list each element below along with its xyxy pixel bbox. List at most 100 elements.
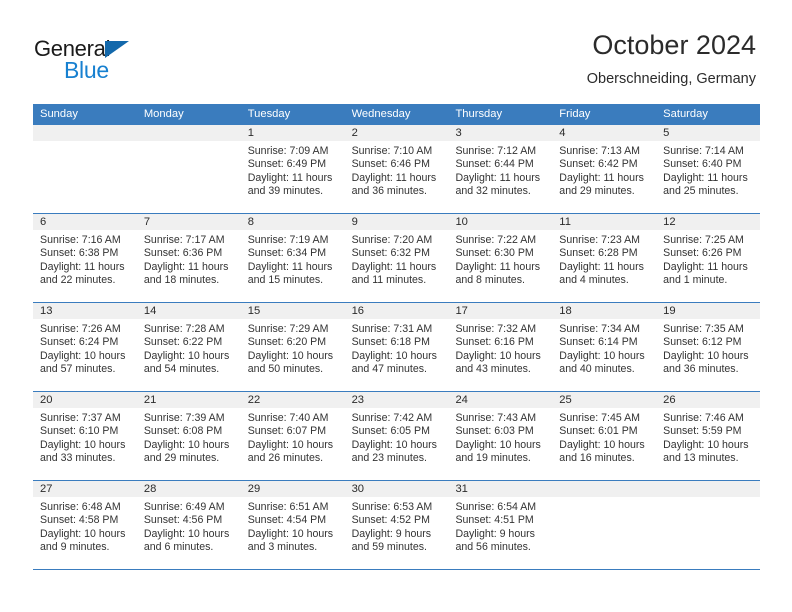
weekday-header-thursday: Thursday [455,108,503,120]
calendar-day-cell[interactable]: 28 Sunrise: 6:49 AM Sunset: 4:56 PM Dayligh… [136,481,241,569]
calendar-day-cell[interactable]: 15 Sunrise: 7:29 AM Sunset: 6:20 PM Dayligh… [240,303,345,391]
daylight-text-line1: Daylight: 11 hours [143,260,229,273]
sunset-text: Sunset: 6:10 PM [40,425,119,438]
daylight-text-line2: and 33 minutes. [40,451,116,464]
calendar-week-row: 20 Sunrise: 7:37 AM Sunset: 6:10 PM Dayligh… [33,392,761,481]
calendar-day-cell[interactable]: 29 Sunrise: 6:51 AM Sunset: 4:54 PM Dayligh… [240,481,345,569]
day-number [136,125,241,141]
day-number: 11 [552,214,657,230]
sunset-text: Sunset: 4:58 PM [40,514,119,527]
day-sun-info: Sunrise: 6:51 AM Sunset: 4:54 PM Daylight:… [241,497,345,554]
calendar-day-cell[interactable]: 5 Sunrise: 7:14 AM Sunset: 6:40 PM Daylight… [656,125,761,213]
calendar-day-cell[interactable]: 21 Sunrise: 7:39 AM Sunset: 6:08 PM Dayligh… [136,392,241,480]
calendar-week-row: 13 Sunrise: 7:26 AM Sunset: 6:24 PM Dayligh… [33,303,761,392]
day-number: 30 [344,481,449,497]
title-block: October 2024 Oberschneiding, Germany [587,28,756,90]
daylight-text-line2: and 8 minutes. [455,273,525,286]
day-number: 5 [656,125,761,141]
sunset-text: Sunset: 6:12 PM [663,336,742,349]
sunset-text: Sunset: 6:18 PM [351,336,430,349]
sunrise-text: Sunrise: 7:46 AM [663,412,744,424]
day-sun-info: Sunrise: 7:43 AM Sunset: 6:03 PM Daylight:… [448,408,552,465]
day-sun-info: Sunrise: 7:13 AM Sunset: 6:42 PM Daylight:… [552,141,656,198]
calendar-day-cell[interactable]: 10 Sunrise: 7:22 AM Sunset: 6:30 PM Dayligh… [448,214,553,302]
daylight-text-line2: and 57 minutes. [40,362,116,375]
day-sun-info: Sunrise: 7:46 AM Sunset: 5:59 PM Daylight:… [656,408,760,465]
calendar-day-cell[interactable]: 2 Sunrise: 7:10 AM Sunset: 6:46 PM Daylight… [344,125,449,213]
calendar-day-cell-empty [552,481,657,569]
calendar-day-cell[interactable]: 31 Sunrise: 6:54 AM Sunset: 4:51 PM Dayligh… [448,481,553,569]
calendar-day-cell[interactable]: 30 Sunrise: 6:53 AM Sunset: 4:52 PM Dayligh… [344,481,449,569]
sunrise-text: Sunrise: 6:53 AM [351,501,433,513]
daylight-text-line2: and 29 minutes. [559,184,635,197]
sunset-text: Sunset: 4:56 PM [143,514,223,527]
day-sun-info: Sunrise: 7:32 AM Sunset: 6:16 PM Daylight:… [448,319,552,376]
day-number: 29 [240,481,345,497]
daylight-text-line1: Daylight: 11 hours [351,260,437,273]
sunrise-text: Sunrise: 7:10 AM [351,145,433,157]
calendar-day-cell[interactable]: 22 Sunrise: 7:40 AM Sunset: 6:07 PM Dayligh… [240,392,345,480]
calendar-day-cell-empty [33,125,137,213]
day-sun-info: Sunrise: 7:16 AM Sunset: 6:38 PM Daylight:… [33,230,137,287]
sunset-text: Sunset: 6:24 PM [40,336,119,349]
daylight-text-line1: Daylight: 10 hours [40,527,126,540]
calendar-day-cell[interactable]: 18 Sunrise: 7:34 AM Sunset: 6:14 PM Dayligh… [552,303,657,391]
calendar-day-cell[interactable]: 20 Sunrise: 7:37 AM Sunset: 6:10 PM Dayligh… [33,392,137,480]
sunrise-text: Sunrise: 7:14 AM [663,145,744,157]
sunrise-text: Sunrise: 7:09 AM [247,145,329,157]
sunrise-text: Sunrise: 7:20 AM [351,234,433,246]
day-number: 26 [656,392,761,408]
calendar-day-cell[interactable]: 13 Sunrise: 7:26 AM Sunset: 6:24 PM Dayligh… [33,303,137,391]
calendar-day-cell[interactable]: 25 Sunrise: 7:45 AM Sunset: 6:01 PM Dayligh… [552,392,657,480]
day-number: 10 [448,214,553,230]
sunset-text: Sunset: 6:14 PM [559,336,638,349]
day-sun-info: Sunrise: 7:37 AM Sunset: 6:10 PM Daylight:… [33,408,137,465]
daylight-text-line1: Daylight: 9 hours [351,527,432,540]
calendar-day-cell[interactable]: 1 Sunrise: 7:09 AM Sunset: 6:49 PM Daylight… [240,125,345,213]
calendar-day-cell[interactable]: 11 Sunrise: 7:23 AM Sunset: 6:28 PM Dayligh… [552,214,657,302]
day-number: 12 [656,214,761,230]
sunset-text: Sunset: 6:30 PM [455,247,534,260]
day-number: 2 [344,125,449,141]
calendar-day-cell-empty [136,125,241,213]
day-number [552,481,657,497]
daylight-text-line1: Daylight: 9 hours [455,527,535,540]
day-number: 23 [344,392,449,408]
calendar-day-cell[interactable]: 19 Sunrise: 7:35 AM Sunset: 6:12 PM Dayligh… [656,303,761,391]
sunrise-text: Sunrise: 7:19 AM [247,234,329,246]
sunrise-text: Sunrise: 7:31 AM [351,323,433,335]
calendar-day-cell[interactable]: 4 Sunrise: 7:13 AM Sunset: 6:42 PM Daylight… [552,125,657,213]
day-sun-info: Sunrise: 7:29 AM Sunset: 6:20 PM Daylight:… [241,319,345,376]
calendar-day-cell[interactable]: 24 Sunrise: 7:43 AM Sunset: 6:03 PM Dayligh… [448,392,553,480]
sunset-text: Sunset: 6:42 PM [559,158,638,171]
day-sun-info: Sunrise: 7:39 AM Sunset: 6:08 PM Daylight:… [137,408,241,465]
calendar-weeks: 1 Sunrise: 7:09 AM Sunset: 6:49 PM Daylight… [33,125,761,570]
calendar-day-cell[interactable]: 9 Sunrise: 7:20 AM Sunset: 6:32 PM Daylight… [344,214,449,302]
calendar-day-cell[interactable]: 8 Sunrise: 7:19 AM Sunset: 6:34 PM Daylight… [240,214,345,302]
day-sun-info: Sunrise: 7:35 AM Sunset: 6:12 PM Daylight:… [656,319,760,376]
daylight-text-line1: Daylight: 10 hours [663,438,749,451]
sunrise-text: Sunrise: 7:42 AM [351,412,433,424]
calendar-day-cell[interactable]: 6 Sunrise: 7:16 AM Sunset: 6:38 PM Daylight… [33,214,137,302]
calendar-day-cell[interactable]: 7 Sunrise: 7:17 AM Sunset: 6:36 PM Daylight… [136,214,241,302]
calendar-day-cell[interactable]: 16 Sunrise: 7:31 AM Sunset: 6:18 PM Dayligh… [344,303,449,391]
calendar-day-cell[interactable]: 26 Sunrise: 7:46 AM Sunset: 5:59 PM Dayligh… [656,392,761,480]
daylight-text-line2: and 59 minutes. [351,540,427,553]
calendar-day-cell[interactable]: 14 Sunrise: 7:28 AM Sunset: 6:22 PM Dayligh… [136,303,241,391]
day-sun-info: Sunrise: 7:25 AM Sunset: 6:26 PM Daylight:… [656,230,760,287]
day-sun-info: Sunrise: 6:49 AM Sunset: 4:56 PM Daylight:… [137,497,241,554]
day-number: 31 [448,481,553,497]
sunrise-text: Sunrise: 6:51 AM [247,501,329,513]
logo-triangle-icon [105,41,129,58]
day-sun-info: Sunrise: 7:20 AM Sunset: 6:32 PM Daylight:… [345,230,449,287]
calendar-day-cell[interactable]: 27 Sunrise: 6:48 AM Sunset: 4:58 PM Dayligh… [33,481,137,569]
daylight-text-line2: and 36 minutes. [663,362,739,375]
calendar-day-cell[interactable]: 12 Sunrise: 7:25 AM Sunset: 6:26 PM Dayligh… [656,214,761,302]
daylight-text-line2: and 6 minutes. [143,540,214,553]
day-number [33,125,137,141]
daylight-text-line1: Daylight: 10 hours [247,349,334,362]
calendar-day-cell[interactable]: 3 Sunrise: 7:12 AM Sunset: 6:44 PM Daylight… [448,125,553,213]
sunset-text: Sunset: 6:32 PM [351,247,430,260]
calendar-day-cell[interactable]: 23 Sunrise: 7:42 AM Sunset: 6:05 PM Dayligh… [344,392,449,480]
calendar-day-cell[interactable]: 17 Sunrise: 7:32 AM Sunset: 6:16 PM Dayligh… [448,303,553,391]
